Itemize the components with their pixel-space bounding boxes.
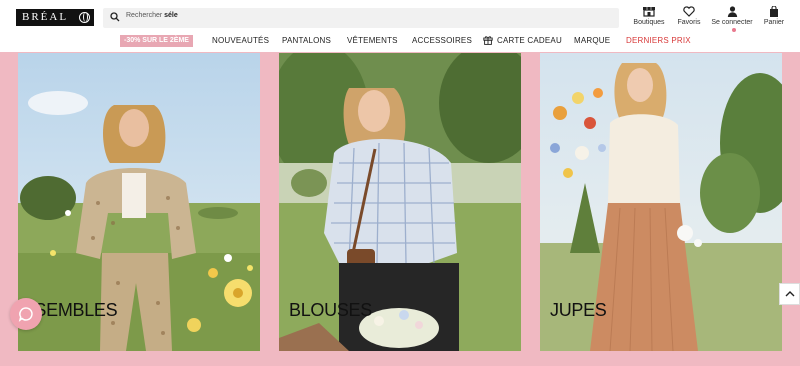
card-label-blouses: BLOUSES xyxy=(289,300,372,320)
login-status-dot xyxy=(732,28,736,32)
nav-pantalons[interactable]: PANTALONS xyxy=(282,36,331,45)
cart-button[interactable]: Panier xyxy=(760,6,788,26)
cart-label: Panier xyxy=(763,19,785,26)
category-card-ensembles[interactable]: ENSEMBLES xyxy=(18,53,260,351)
nav-marque[interactable]: MARQUE xyxy=(574,36,610,45)
globe-icon[interactable] xyxy=(79,12,90,23)
breal-logo[interactable]: BRÉAL xyxy=(16,9,94,26)
search-placeholder: Rechercher xyxy=(126,12,165,19)
favoris-label: Favoris xyxy=(677,19,701,26)
store-icon xyxy=(643,7,655,17)
nav-accessoires[interactable]: ACCESSOIRES xyxy=(412,36,472,45)
boutiques-label: Boutiques xyxy=(633,19,665,26)
nav-vetements[interactable]: VÊTEMENTS xyxy=(347,36,398,45)
site-header: BRÉAL Rechercher séle Boutiques Favoris … xyxy=(0,0,800,52)
nav-nouveautes[interactable]: NOUVEAUTÉS xyxy=(212,36,269,45)
gift-icon xyxy=(483,36,493,45)
nav-carte-cadeau[interactable]: CARTE CADEAU xyxy=(497,36,562,45)
user-icon xyxy=(727,6,737,17)
login-button[interactable]: Se connecter xyxy=(708,6,756,26)
login-label: Se connecter xyxy=(711,19,753,26)
scroll-to-top-button[interactable] xyxy=(779,283,800,305)
boutiques-button[interactable]: Boutiques xyxy=(628,6,670,26)
logo-text: BRÉAL xyxy=(22,11,69,23)
promo-badge[interactable]: -30% SUR LE 2ÈME xyxy=(120,35,193,47)
heart-icon xyxy=(683,6,695,17)
bag-icon xyxy=(770,6,778,17)
category-card-blouses[interactable]: BLOUSES xyxy=(279,53,521,351)
search-bar[interactable]: Rechercher séle xyxy=(103,8,619,28)
chevron-up-icon xyxy=(785,291,795,297)
search-input[interactable]: Rechercher séle xyxy=(126,12,178,19)
card-label-jupes: JUPES xyxy=(550,300,607,320)
search-icon xyxy=(110,12,120,22)
favoris-button[interactable]: Favoris xyxy=(674,6,704,26)
category-card-jupes[interactable]: JUPES xyxy=(540,53,782,351)
search-query: séle xyxy=(164,12,178,19)
nav-derniers-prix[interactable]: DERNIERS PRIX xyxy=(626,36,691,45)
chat-button[interactable] xyxy=(10,298,42,330)
chat-bubble-icon xyxy=(18,307,33,322)
